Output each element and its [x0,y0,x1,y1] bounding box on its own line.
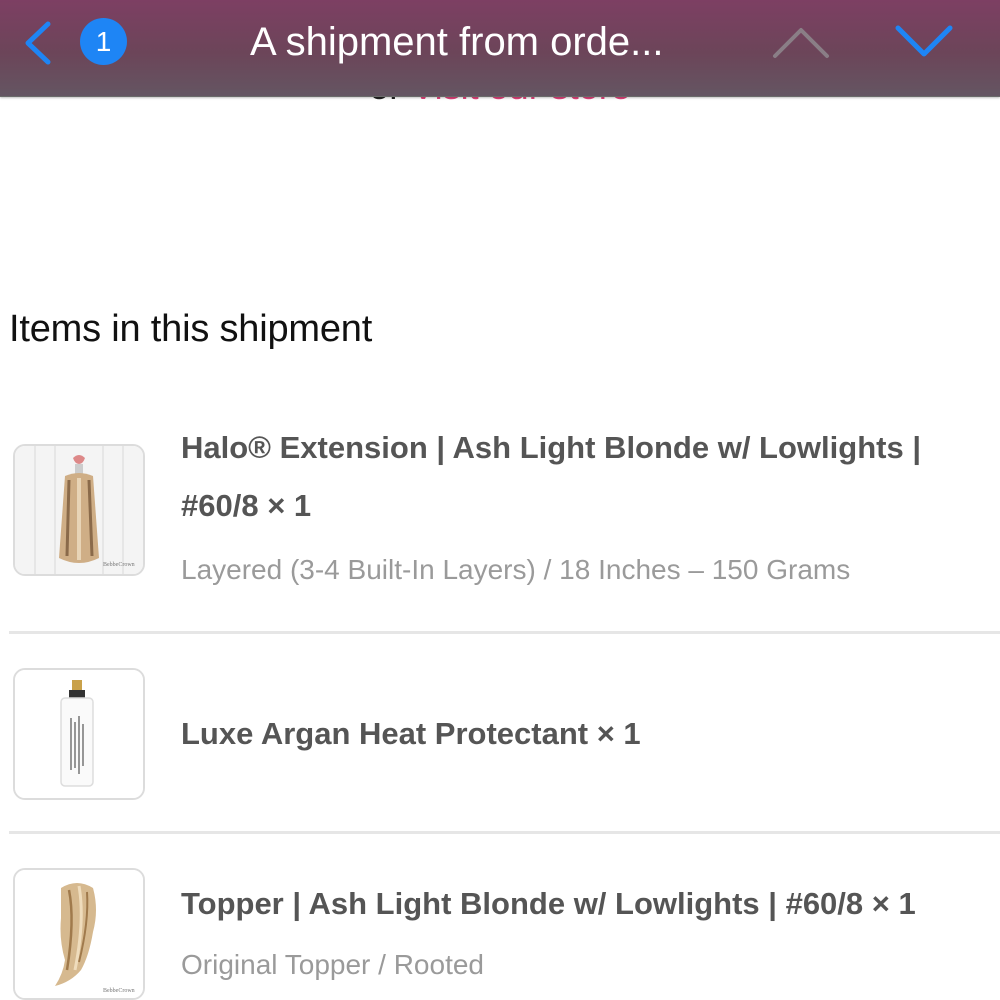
next-message-button[interactable] [893,22,955,62]
back-button[interactable] [18,18,58,68]
product-image[interactable]: BebbeCrown [13,444,145,576]
product-image[interactable]: BebbeCrown [13,868,145,1000]
navigation-bar: 1 A shipment from orde... [0,0,1000,97]
divider [9,831,1000,834]
previous-message-button[interactable] [770,22,832,62]
page-title: A shipment from orde... [250,20,664,64]
item-title: Halo® Extension | Ash Light Blonde w/ Lo… [181,430,921,523]
divider [9,631,1000,634]
item-title: Luxe Argan Heat Protectant × 1 [181,716,641,751]
item-variant: Layered (3-4 Built-In Layers) / 18 Inche… [181,554,851,585]
product-image[interactable] [13,668,145,800]
chevron-left-icon [25,21,51,65]
email-body: or Visit our store Items in this shipmen… [0,0,1000,1000]
brand-watermark: BebbeCrown [103,988,135,994]
item-variant: Original Topper / Rooted [181,949,484,980]
chevron-up-icon [773,28,829,58]
brand-watermark: BebbeCrown [103,562,135,568]
unread-count-badge[interactable]: 1 [80,18,127,65]
chevron-down-icon [895,25,953,57]
section-title: Items in this shipment [9,308,373,350]
item-title: Topper | Ash Light Blonde w/ Lowlights |… [181,886,916,921]
